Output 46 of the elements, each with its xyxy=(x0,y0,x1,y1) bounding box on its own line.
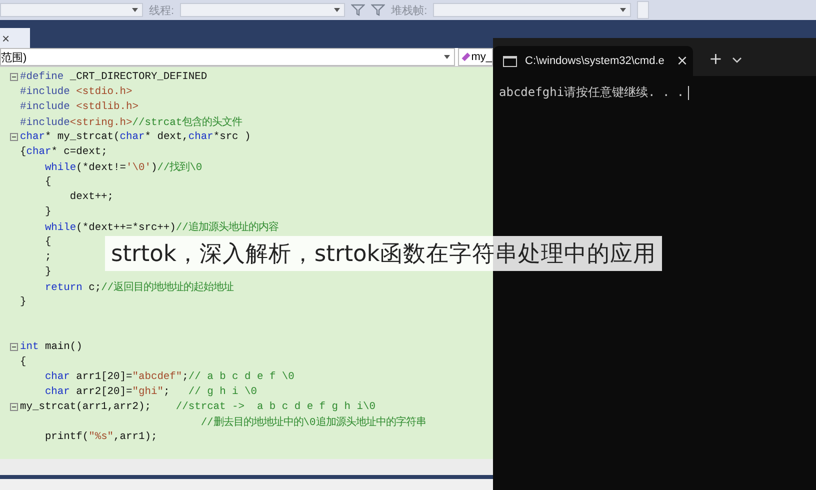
code-line: #include<string.h>//strcat包含的头文件 xyxy=(20,115,242,128)
code-line: while(*dext!='\0')//找到\0 xyxy=(44,160,202,174)
code-line: } xyxy=(44,206,52,218)
code-line: char arr1[20]="abcdef";// a b c d e f \0 xyxy=(44,370,294,382)
code-line: char arr2[20]="ghi"; // g h i \0 xyxy=(44,386,257,398)
collapse-icon[interactable] xyxy=(10,402,18,410)
code-line: { xyxy=(44,176,52,188)
code-line: return c;//返回目的地地址的起始地址 xyxy=(44,280,234,294)
thread-label: 线程: xyxy=(149,4,174,18)
new-tab-button[interactable]: + xyxy=(705,49,726,68)
code-line: ; xyxy=(44,250,52,262)
code-line: printf("%s",arr1); xyxy=(44,430,158,442)
terminal-tab-title: C:\windows\system32\cmd.e xyxy=(525,55,664,67)
code-line: #define _CRT_DIRECTORY_DEFINED xyxy=(20,70,208,82)
terminal-tab[interactable]: C:\windows\system32\cmd.e × xyxy=(493,46,693,76)
close-tab-button[interactable]: × xyxy=(672,53,692,69)
code-line: dext++; xyxy=(68,190,114,202)
code-line: { xyxy=(20,356,26,368)
document-tab[interactable]: × xyxy=(0,28,30,48)
filter-icon[interactable] xyxy=(351,4,366,16)
stack-frame-label: 堆栈帧: xyxy=(391,4,428,18)
dropdown-arrow-icon xyxy=(132,8,138,12)
text-cursor xyxy=(688,86,690,100)
caption-overlay: strtok，深入解析，strtok函数在字符串处理中的应用 xyxy=(105,236,662,271)
chevron-down-icon[interactable] xyxy=(732,57,742,63)
scope-dropdown[interactable]: 范围) xyxy=(0,48,455,66)
dropdown-arrow-icon xyxy=(444,55,450,59)
code-line: { xyxy=(44,236,52,248)
code-line: my_strcat(arr1,arr2); //strcat -> a b c d e f g h i\0 xyxy=(20,400,376,412)
code-line: char* my_strcat(char* dext,char*src ) xyxy=(20,130,251,142)
collapse-icon[interactable] xyxy=(10,72,18,80)
code-line: {char* c=dext; xyxy=(20,146,108,158)
code-line: #include <stdlib.h> xyxy=(20,100,138,112)
dropdown-arrow-icon xyxy=(334,8,340,12)
code-line: } xyxy=(20,296,26,308)
dropdown-arrow-icon xyxy=(620,8,626,12)
terminal-icon xyxy=(503,56,517,66)
code-line: //删去目的地地址中的\0追加源头地址中的字符串 xyxy=(200,415,426,428)
collapse-icon[interactable] xyxy=(10,132,18,140)
filter-icon[interactable] xyxy=(371,4,386,16)
code-line: while(*dext++=*src++)//追加源头地址的内容 xyxy=(44,220,278,234)
collapse-icon[interactable] xyxy=(10,342,18,350)
code-line: #include <stdio.h> xyxy=(20,86,132,98)
terminal-output: abcdefghi请按任意键继续. . . xyxy=(499,84,684,101)
code-line: } xyxy=(44,266,52,278)
code-line: int main() xyxy=(20,340,82,352)
